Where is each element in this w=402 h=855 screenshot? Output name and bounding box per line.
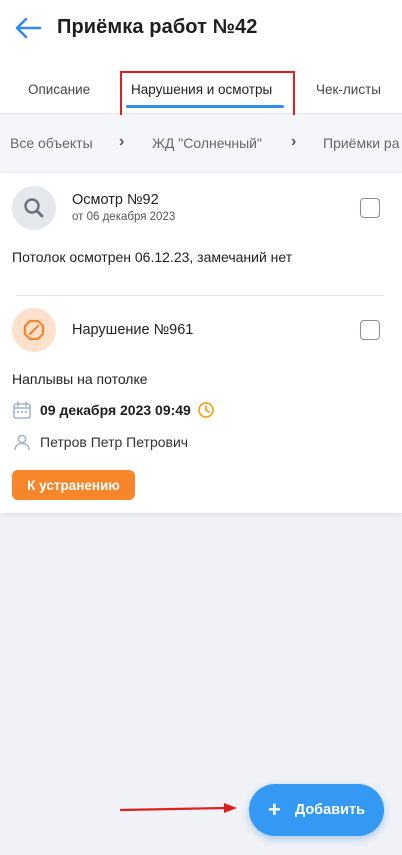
items-card — [0, 173, 402, 513]
violation-date: 09 декабря 2023 09:49 — [40, 402, 191, 418]
breadcrumb-item-acceptances[interactable]: Приёмки ра — [323, 135, 400, 151]
inspection-date: от 06 декабря 2023 — [72, 211, 176, 223]
breadcrumb-item-complex[interactable]: ЖД "Солнечный" — [152, 135, 262, 151]
chevron-right-icon: › — [291, 133, 297, 150]
item-divider — [16, 295, 384, 296]
send-to-fix-button[interactable]: К устранению — [12, 470, 135, 500]
arrow-left-icon — [15, 17, 42, 39]
clock-icon — [197, 402, 214, 418]
add-button[interactable]: + Добавить — [249, 784, 384, 836]
violation-date-row: 09 декабря 2023 09:49 — [12, 400, 215, 420]
back-button[interactable] — [14, 16, 42, 40]
violation-person: Петров Петр Петрович — [40, 434, 189, 450]
inspection-icon-badge — [12, 186, 56, 230]
violation-description: Наплывы на потолке — [12, 371, 148, 387]
violation-octagon-icon — [23, 319, 45, 341]
violation-checkbox[interactable] — [360, 320, 380, 340]
inspection-checkbox[interactable] — [360, 198, 380, 218]
page-title: Приёмка работ №42 — [57, 16, 258, 38]
violation-title[interactable]: Нарушение №961 — [72, 322, 193, 338]
violation-icon-badge — [12, 308, 56, 352]
inspection-description: Потолок осмотрен 06.12.23, замечаний нет — [12, 249, 293, 265]
magnifier-icon — [24, 198, 44, 218]
person-icon — [14, 434, 30, 451]
annotation-arrow — [120, 803, 237, 813]
calendar-icon — [13, 401, 31, 419]
chevron-right-icon: › — [119, 133, 125, 150]
tab-checklists[interactable]: Чек-листы — [316, 82, 381, 97]
app-header: Приёмка работ №42 — [0, 0, 402, 56]
breadcrumb: Все объекты › ЖД "Солнечный" › Приёмки р… — [0, 115, 402, 171]
violation-person-row: Петров Петр Петрович — [13, 433, 188, 451]
plus-icon: + — [267, 797, 281, 822]
breadcrumb-item-all-objects[interactable]: Все объекты — [10, 135, 93, 151]
inspection-title[interactable]: Осмотр №92 — [72, 192, 159, 208]
tab-description[interactable]: Описание — [28, 82, 90, 97]
add-button-label: Добавить — [294, 802, 366, 818]
